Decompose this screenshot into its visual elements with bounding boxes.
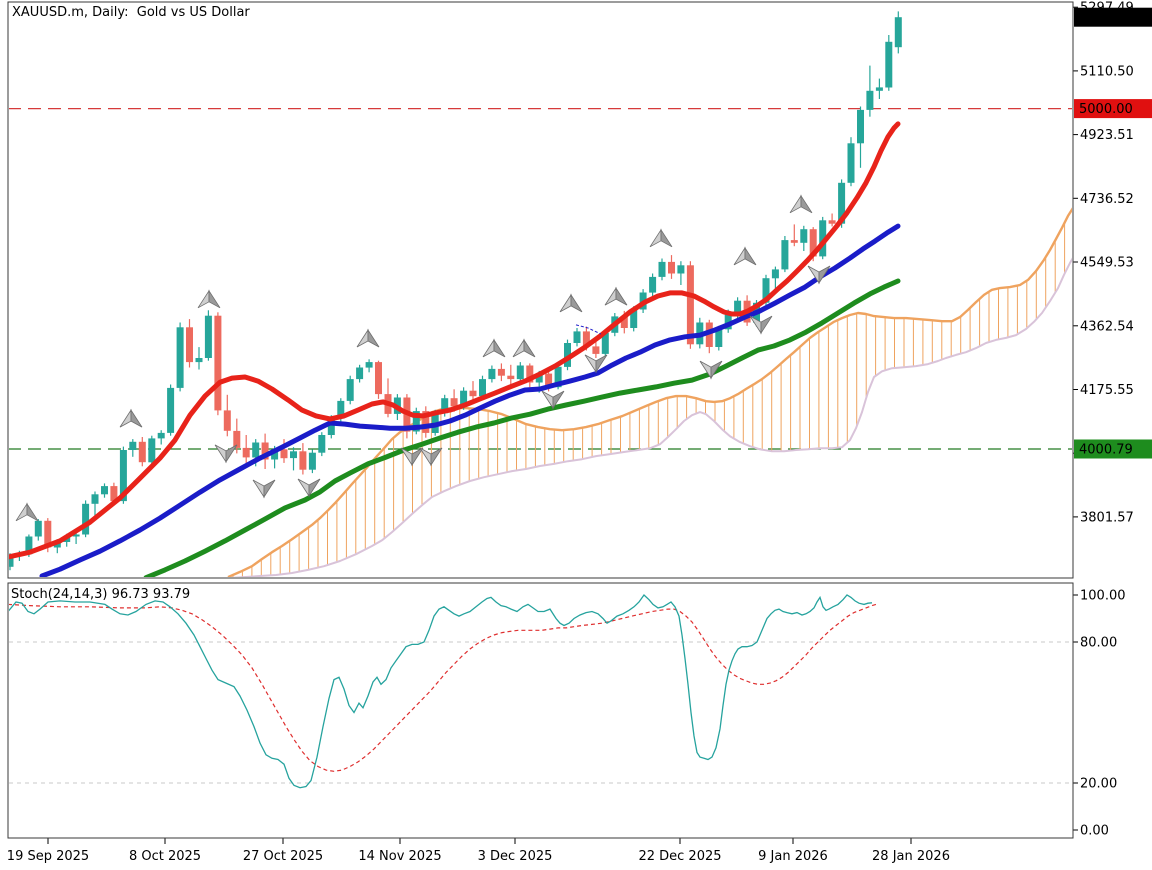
chart-background <box>0 0 1152 870</box>
candle-body <box>92 494 99 504</box>
stochastic-indicator-label: Stoch(24,14,3) 96.73 93.79 <box>11 587 190 602</box>
candle-body <box>347 379 354 401</box>
candle-body <box>82 504 89 535</box>
date-axis-label: 8 Oct 2025 <box>129 849 201 864</box>
candle-body <box>876 87 883 90</box>
candle-body <box>895 17 902 47</box>
candle-body <box>177 327 184 388</box>
candle-body <box>281 449 288 458</box>
price-axis-tick-label: 4549.53 <box>1080 256 1134 271</box>
date-axis-label: 3 Dec 2025 <box>478 849 553 864</box>
price-axis-tick-label: 4175.55 <box>1080 383 1134 398</box>
candle-body <box>129 442 136 450</box>
candle-body <box>148 438 155 462</box>
candle-body <box>243 448 250 458</box>
candle-body <box>158 433 165 439</box>
candle-body <box>659 262 666 277</box>
candle-body <box>470 391 477 397</box>
candle-body <box>186 327 193 362</box>
trading-chart-window: 5297.495110.504923.514736.524549.534362.… <box>0 0 1152 870</box>
date-axis-label: 9 Jan 2026 <box>758 849 828 864</box>
candle-body <box>479 379 486 396</box>
candle-body <box>866 91 873 110</box>
candle-body <box>139 442 146 462</box>
candle-body <box>668 262 675 274</box>
candle-body <box>488 369 495 379</box>
candle-body <box>507 376 514 379</box>
candle-body <box>772 269 779 278</box>
price-axis-tick-label: 4362.54 <box>1080 319 1134 334</box>
date-axis-label: 28 Jan 2026 <box>872 849 950 864</box>
candle-body <box>857 110 864 143</box>
current-price-label: 5268.00 <box>1079 11 1133 26</box>
candle-body <box>252 443 259 458</box>
candle-body <box>318 435 325 453</box>
price-axis-tick-label: 5110.50 <box>1080 64 1134 79</box>
candle-body <box>35 521 42 537</box>
candle-body <box>734 301 741 313</box>
candle-body <box>451 398 458 406</box>
date-axis-label: 19 Sep 2025 <box>7 849 89 864</box>
candle-body <box>829 220 836 223</box>
date-axis-label: 27 Oct 2025 <box>243 849 323 864</box>
candle-body <box>517 366 524 380</box>
candle-body <box>356 368 363 380</box>
candle-body <box>791 240 798 243</box>
candle-body <box>167 388 174 433</box>
candle-body <box>366 362 373 368</box>
candle-body <box>592 346 599 354</box>
date-axis-label: 22 Dec 2025 <box>638 849 721 864</box>
candle-body <box>885 42 892 88</box>
price-axis-tick-label: 4923.51 <box>1080 128 1134 143</box>
support-price-label: 4000.79 <box>1079 443 1133 458</box>
candle-body <box>781 240 788 269</box>
candle-body <box>196 358 203 362</box>
candle-body <box>205 316 212 358</box>
candle-body <box>309 453 316 470</box>
candle-body <box>649 277 656 293</box>
candle-body <box>677 265 684 273</box>
candle-body <box>224 410 231 430</box>
candle-body <box>800 229 807 243</box>
stoch-axis-tick-label: 0.00 <box>1080 824 1109 839</box>
price-axis-tick-label: 3801.57 <box>1080 510 1134 525</box>
candle-body <box>375 362 382 394</box>
stoch-axis-tick-label: 20.00 <box>1080 777 1117 792</box>
date-axis-label: 14 Nov 2025 <box>358 849 441 864</box>
stoch-axis-tick-label: 100.00 <box>1080 589 1126 604</box>
stoch-axis-tick-label: 80.00 <box>1080 636 1117 651</box>
candle-body <box>498 369 505 376</box>
chart-title: XAUUSD.m, Daily: Gold vs US Dollar <box>12 5 250 20</box>
candle-body <box>574 331 581 343</box>
candle-body <box>101 486 108 494</box>
candle-body <box>214 316 221 411</box>
price-axis-tick-label: 4736.52 <box>1080 192 1134 207</box>
candle-body <box>299 451 306 469</box>
candle-body <box>848 143 855 183</box>
candle-body <box>290 451 297 458</box>
resistance-price-label: 5000.00 <box>1079 102 1133 117</box>
candle-body <box>687 265 694 344</box>
